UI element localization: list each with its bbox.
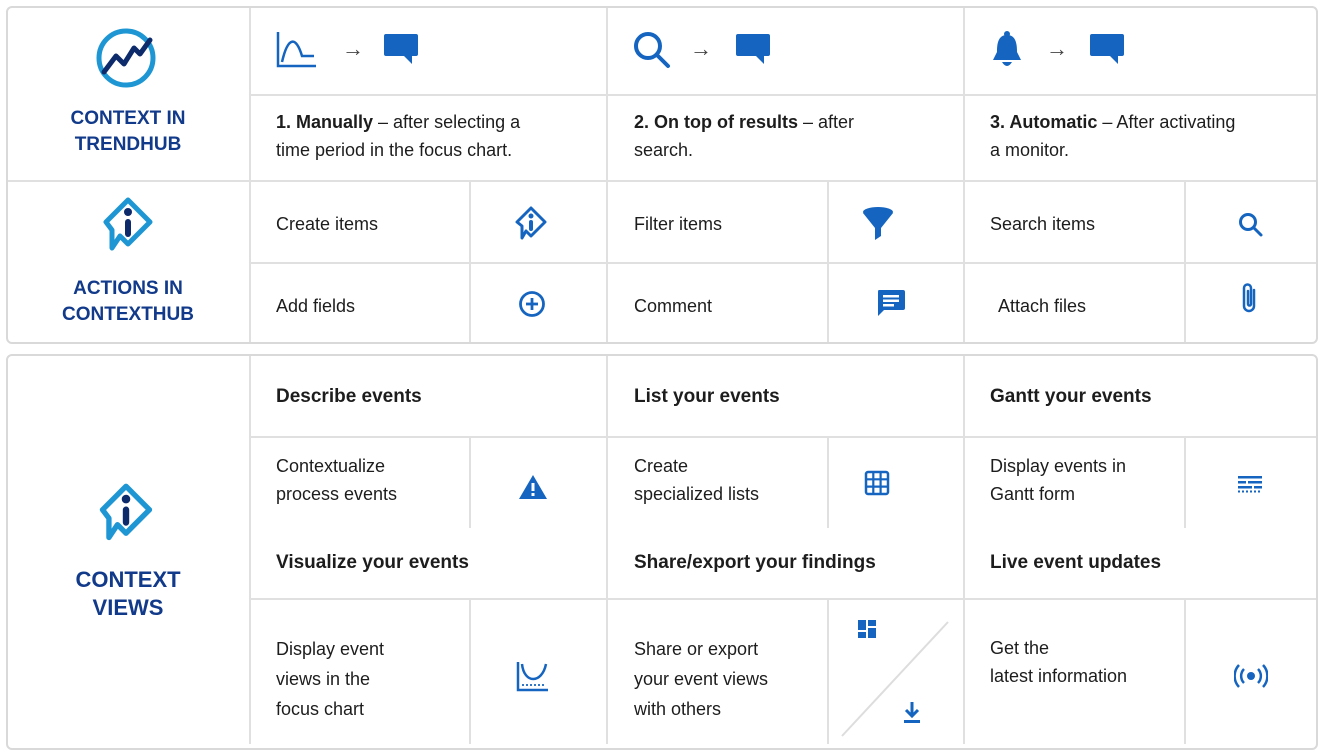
view-description: Display events in Gantt form [990,452,1126,508]
way-on-top-of-results: 2. On top of results – after search. [634,108,954,164]
view-title: Visualize your events [276,552,469,573]
way-desc: time period in the focus chart. [276,140,513,160]
comment-bubble-icon [734,32,772,66]
divider [8,180,1316,182]
contexthub-logo-icon [100,196,156,256]
arrow: → [1046,36,1068,61]
label-line: CONTEXTHUB [62,304,194,325]
action-add-fields: Add fields [276,296,356,316]
divider [250,598,1316,600]
divider [827,438,829,528]
comment-bubble-icon [382,32,420,66]
way-title: 3. Automatic [990,112,1098,132]
label-line: CONTEXT [75,567,181,592]
text-line: process events [276,484,398,504]
divider [827,182,829,342]
add-circle-icon [518,290,546,318]
way-desc: a monitor. [990,140,1070,160]
label-line: TRENDHUB [74,134,182,155]
focus-chart-icon [516,660,550,692]
text-line: latest information [990,666,1128,686]
view-description: Contextualize process events [276,452,397,508]
actions-in-contexthub-label: ACTIONS IN CONTEXTHUB [40,276,216,328]
text-line: Share or export [634,639,759,659]
text-line: Gantt form [990,484,1076,504]
divider [250,436,1316,438]
divider [469,182,471,342]
divider [963,8,965,342]
divider [1184,182,1186,342]
text-line: specialized lists [634,484,760,504]
divider [250,262,1316,264]
action-filter-items: Filter items [634,214,723,234]
action-attach-files: Attach files [998,296,1087,316]
way-desc: – After activating [1097,112,1236,132]
view-description: Get the latest information [990,634,1127,690]
way-desc: – after selecting a [373,112,521,132]
arrow: → [690,36,712,61]
way-desc: search. [634,140,694,160]
contexthub-logo-icon [514,206,548,242]
label-line: ACTIONS IN [73,278,183,299]
divider [249,8,251,342]
comment-icon [876,288,906,318]
share-export-icon [836,616,954,742]
way-title: 2. On top of results [634,112,799,132]
divider [1184,600,1186,744]
way-manually: 1. Manually – after selecting a time per… [276,108,596,164]
comment-bubble-icon [1088,32,1126,66]
divider [249,356,251,744]
text-line: Display event [276,639,385,659]
contexthub-logo-icon [96,482,156,546]
text-line: Display events in [990,456,1127,476]
view-description: Share or export your event views with ot… [634,634,768,724]
text-line: Contextualize [276,456,386,476]
view-title: Live event updates [990,552,1162,573]
text-line: focus chart [276,699,365,719]
way-title: 1. Manually [276,112,374,132]
view-description: Display event views in the focus chart [276,634,384,724]
view-title: Share/export your findings [634,552,876,573]
divider [469,438,471,528]
bell-icon [990,30,1024,70]
divider [963,356,965,744]
search-icon [1238,212,1264,238]
divider [469,600,471,744]
view-title: Describe events [276,386,422,407]
context-views-label: CONTEXT VIEWS [40,566,216,622]
divider [250,94,1316,96]
paperclip-icon [1240,282,1260,314]
text-line: with others [634,699,722,719]
filter-icon [862,206,894,242]
divider [827,600,829,744]
search-icon [632,30,672,70]
arrow: → [342,36,364,61]
divider [1184,438,1186,528]
label-line: VIEWS [92,595,164,620]
text-line: views in the [276,669,371,689]
view-description: Create specialized lists [634,452,759,508]
text-line: Create [634,456,689,476]
context-in-trendhub-label: CONTEXT IN TRENDHUB [40,106,216,158]
view-title: Gantt your events [990,386,1152,407]
divider [606,8,608,342]
action-create-items: Create items [276,214,379,234]
trendhub-logo-icon [94,26,158,90]
divider [606,356,608,744]
way-desc: – after [798,112,855,132]
view-title: List your events [634,386,780,407]
text-line: your event views [634,669,769,689]
trend-chart-icon [276,30,318,70]
way-automatic: 3. Automatic – After activating a monito… [990,108,1310,164]
warning-icon [518,474,548,500]
label-line: CONTEXT IN [70,108,186,129]
grid-icon [864,470,890,496]
text-line: Get the [990,638,1050,658]
gantt-icon [1236,474,1264,494]
action-search-items: Search items [990,214,1096,234]
live-broadcast-icon [1234,664,1268,688]
action-comment: Comment [634,296,713,316]
